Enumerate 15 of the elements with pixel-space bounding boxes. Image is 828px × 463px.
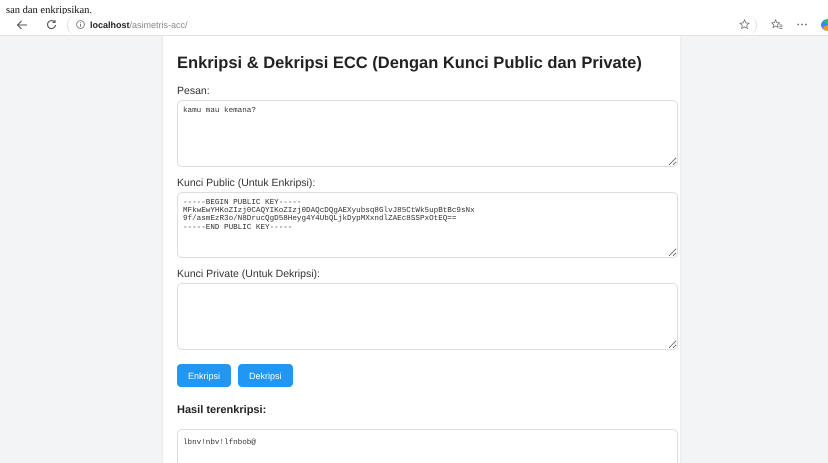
assistant-icon[interactable] (821, 18, 828, 30)
field-label: Pesan: (177, 85, 211, 98)
more-icon[interactable] (797, 23, 807, 26)
favorites-icon[interactable] (771, 19, 783, 30)
address-bar-url[interactable]: localhost/asimetris-acc/ (90, 20, 188, 30)
reload-icon[interactable] (46, 19, 57, 30)
page-title: Enkripsi & Dekripsi ECC (Dengan Kunci Public dan Private) (177, 53, 643, 73)
result-heading: Hasil terenkripsi: (177, 404, 268, 417)
document-text: san dan enkripsikan. (6, 4, 92, 18)
info-icon[interactable] (76, 20, 85, 29)
back-arrow-icon[interactable] (16, 20, 28, 30)
field-label: Kunci Private (Untuk Dekripsi): (177, 268, 321, 281)
field-label: Kunci Public (Untuk Enkripsi): (177, 177, 316, 190)
star-icon[interactable] (739, 19, 750, 30)
private-key-field[interactable] (177, 283, 678, 350)
